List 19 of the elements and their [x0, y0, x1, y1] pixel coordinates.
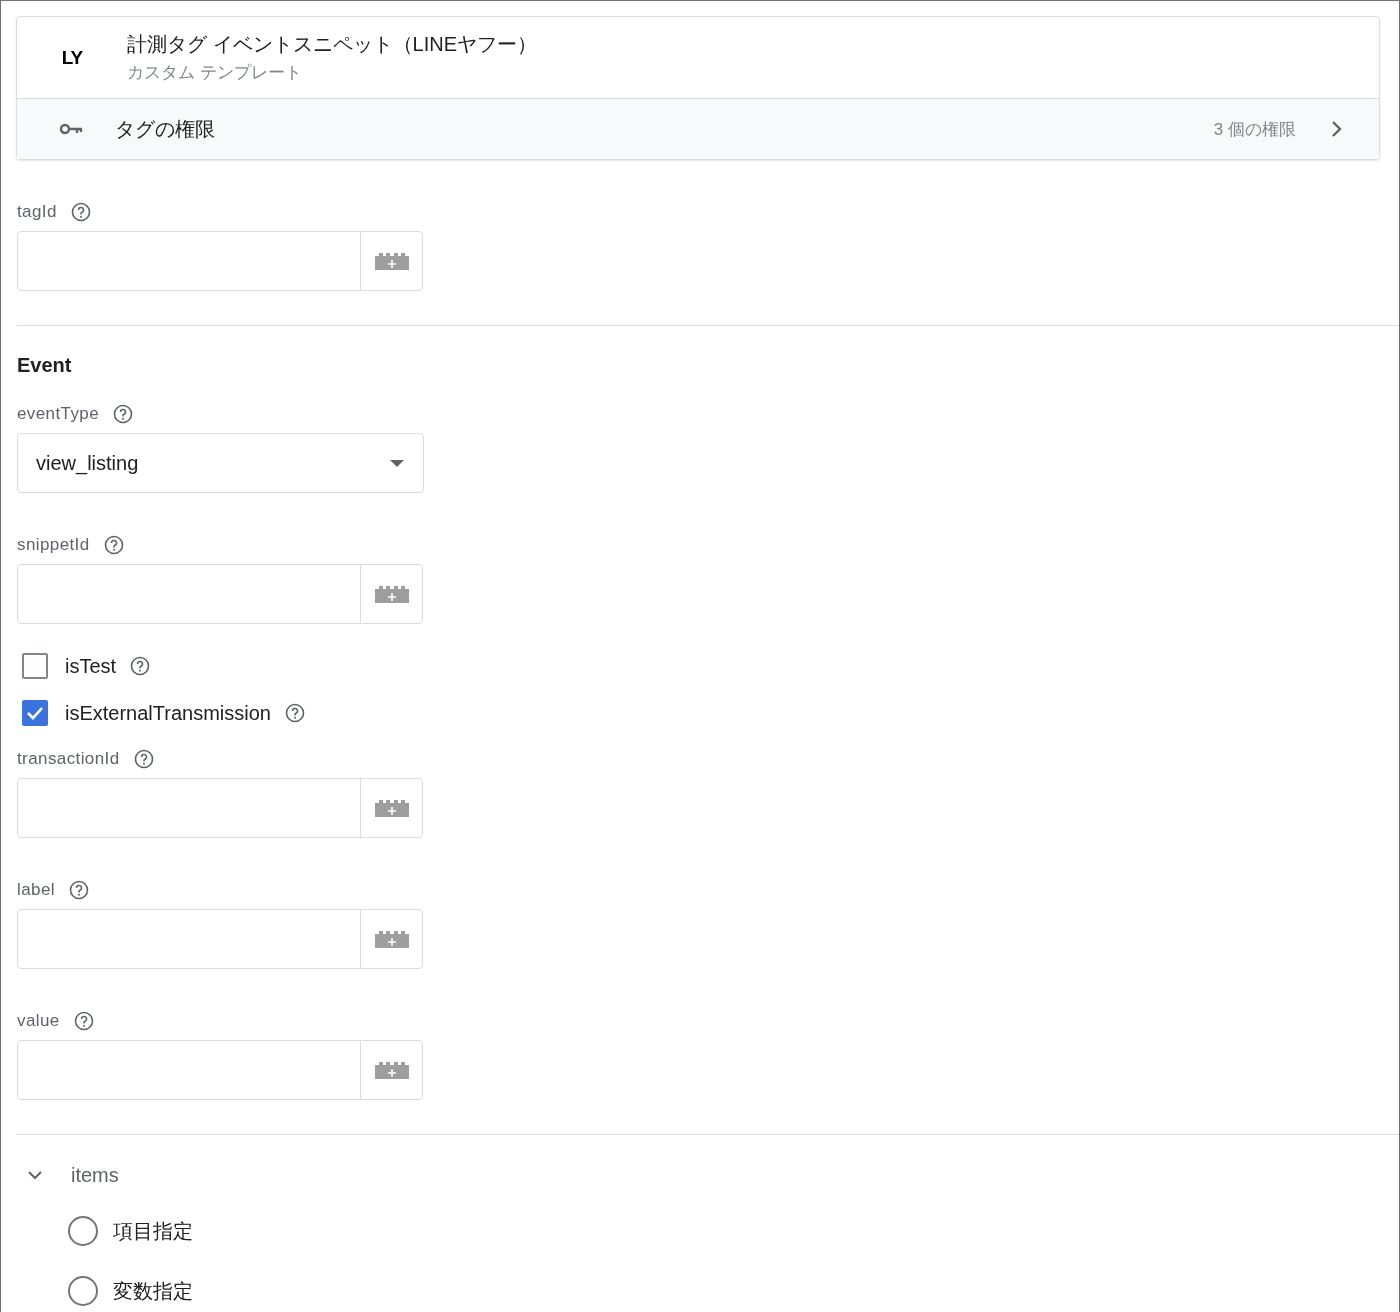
radio-label: 変数指定 — [113, 1278, 193, 1304]
permissions-label: タグの権限 — [115, 116, 216, 142]
template-subtitle: カスタム テンプレート — [127, 62, 303, 84]
checkbox-label: isExternalTransmission — [65, 701, 271, 725]
checkbox-label: isTest — [65, 654, 117, 678]
field-label: label — [17, 880, 55, 900]
radio-label: 項目指定 — [113, 1218, 193, 1244]
field-label: transactionId — [17, 749, 120, 769]
field-label: snippetId — [17, 535, 90, 555]
group-label: items — [71, 1163, 119, 1187]
template-title: 計測タグ イベントスニペット（LINEヤフー） — [127, 32, 538, 57]
field-label: eventType — [17, 404, 100, 424]
logo: LY — [60, 46, 84, 69]
permissions-row[interactable]: タグの権限 3 個の権限 — [17, 99, 1379, 159]
section-heading: Event — [17, 353, 73, 377]
field-label: tagId — [17, 202, 57, 222]
field-label: value — [17, 1011, 60, 1031]
dropdown[interactable]: view_listing — [17, 433, 424, 493]
permissions-count: 3 個の権限 — [1213, 118, 1296, 141]
